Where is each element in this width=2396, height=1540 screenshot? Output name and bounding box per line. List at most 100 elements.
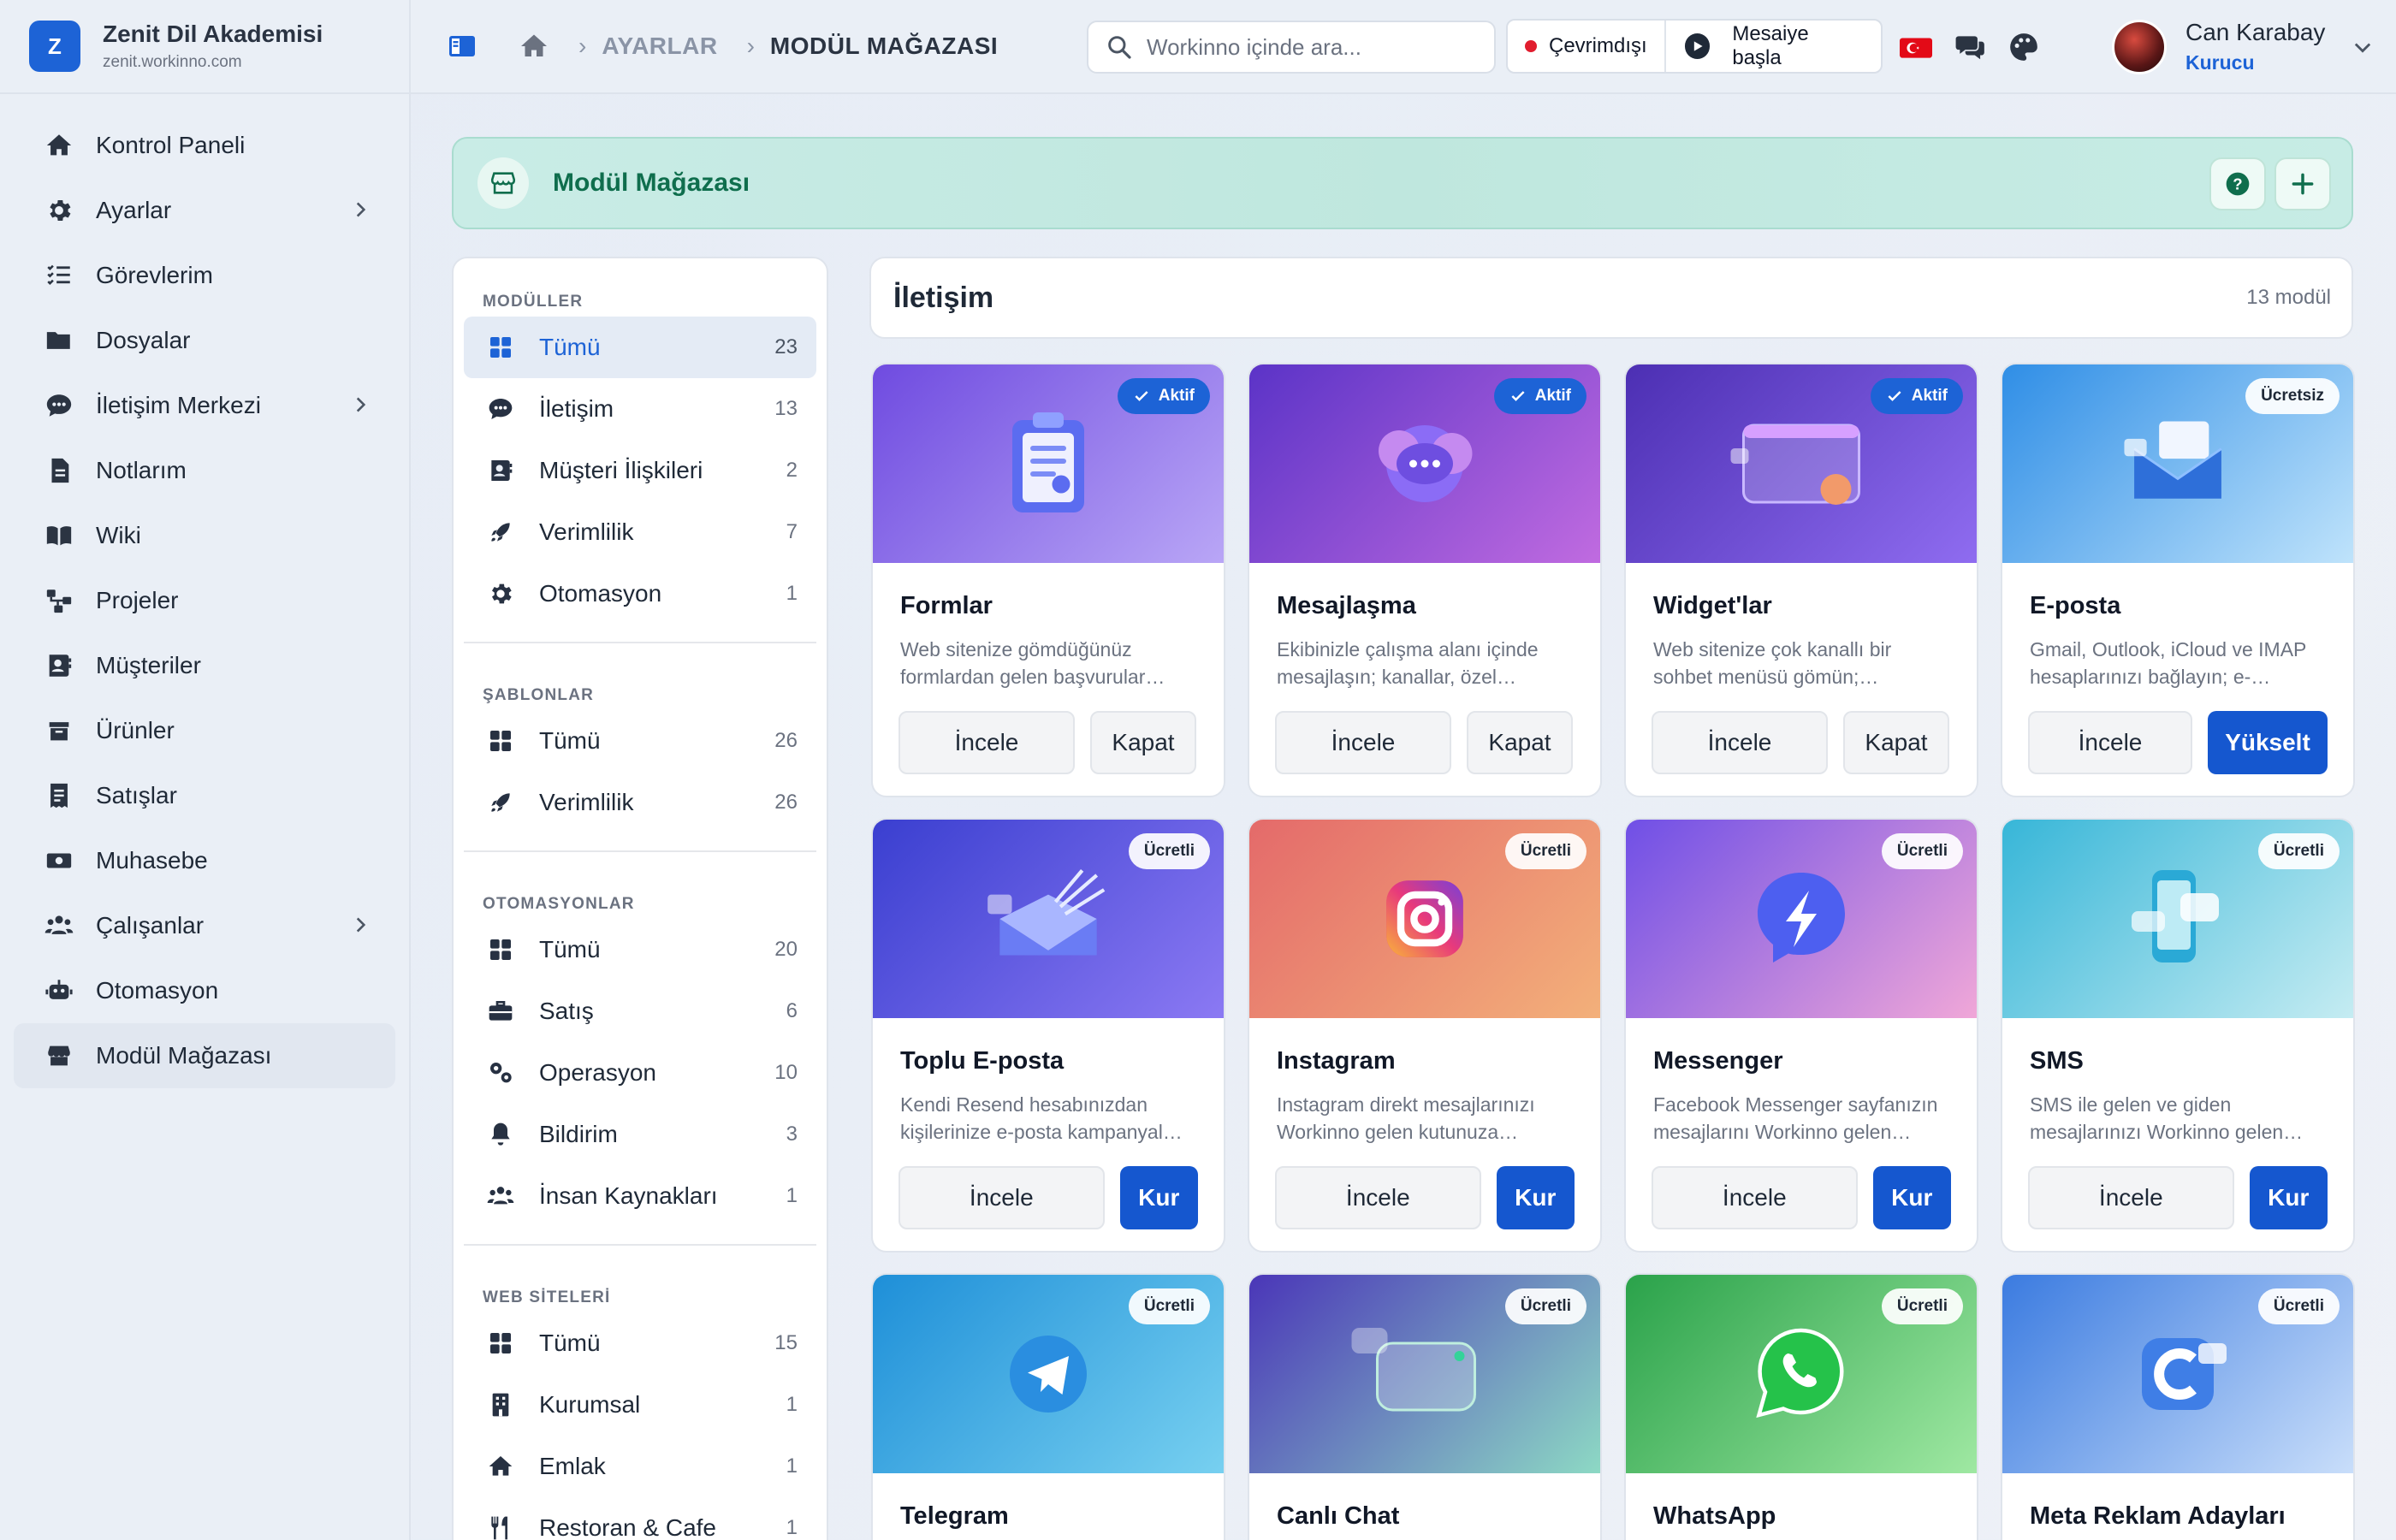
sidebar-item[interactable]: Kontrol Paneli xyxy=(14,113,395,178)
sidebar-item[interactable]: Muhasebe xyxy=(14,828,395,893)
filter-item-count: 1 xyxy=(786,1393,798,1416)
status-badge: Ücretli xyxy=(1881,833,1963,869)
module-card[interactable]: Ücretli Canlı Chat xyxy=(1248,1273,1602,1540)
filter-item[interactable]: Tümü 20 xyxy=(464,919,816,980)
help-button[interactable]: ? xyxy=(2209,157,2266,210)
sidebar-item[interactable]: Görevlerim xyxy=(14,243,395,308)
play-icon xyxy=(1684,33,1711,59)
module-card[interactable]: Ücretli Meta Reklam Adayları xyxy=(2001,1273,2355,1540)
module-description: Kendi Resend hesabınızdan kişilerinize e… xyxy=(900,1093,1183,1143)
filter-section-title: MODÜLLER xyxy=(483,293,584,311)
install-button[interactable]: Kur xyxy=(1872,1166,1951,1229)
grid-icon xyxy=(486,726,515,755)
module-card[interactable]: Ücretli SMS SMS ile gelen ve giden mesajla… xyxy=(2001,818,2355,1253)
filter-item[interactable]: İletişim 13 xyxy=(464,378,816,440)
sidebar-item[interactable]: Ayarlar xyxy=(14,178,395,243)
status-badge: Ücretli xyxy=(1128,833,1210,869)
sidebar-item[interactable]: Notlarım xyxy=(14,438,395,503)
filter-item-count: 3 xyxy=(786,1122,798,1146)
filter-item-count: 10 xyxy=(774,1061,798,1084)
filter-item[interactable]: Bildirim 3 xyxy=(464,1104,816,1165)
home-icon[interactable] xyxy=(519,31,549,62)
status-offline-button[interactable]: Çevrimdışı xyxy=(1508,21,1666,72)
filter-item[interactable]: Verimlilik 26 xyxy=(464,772,816,833)
module-card[interactable]: Aktif Mesajlaşma Ekibinizle çalışma alanı … xyxy=(1248,363,1602,797)
filter-item[interactable]: İnsan Kaynakları 1 xyxy=(464,1165,816,1227)
start-shift-button[interactable]: Mesaiye başla xyxy=(1666,22,1881,70)
module-card[interactable]: Aktif Formlar Web sitenize gömdüğünüz form… xyxy=(871,363,1225,797)
sidebar-toggle-icon[interactable] xyxy=(447,31,477,62)
sidebar-item-label: Projeler xyxy=(96,587,179,613)
filter-item[interactable]: Operasyon 10 xyxy=(464,1042,816,1104)
filter-item[interactable]: Otomasyon 1 xyxy=(464,563,816,625)
gear-icon xyxy=(486,579,515,608)
module-card[interactable]: Ücretli WhatsApp xyxy=(1624,1273,1978,1540)
upgrade-button[interactable]: Yükselt xyxy=(2208,711,2328,774)
palette-icon[interactable] xyxy=(2008,31,2040,63)
filter-item[interactable]: Müşteri İlişkileri 2 xyxy=(464,440,816,501)
brand[interactable]: Z Zenit Dil Akademisi zenit.workinno.com xyxy=(0,0,409,94)
module-card[interactable]: Ücretli Instagram Instagram direkt mesajla… xyxy=(1248,818,1602,1253)
sidebar-item[interactable]: Dosyalar xyxy=(14,308,395,373)
sidebar-item[interactable]: Modül Mağazası xyxy=(14,1023,395,1088)
turkey-flag-icon[interactable] xyxy=(1900,31,1932,63)
sidebar-item-label: Ayarlar xyxy=(96,197,172,223)
plus-icon xyxy=(2292,173,2314,195)
close-button[interactable]: Kapat xyxy=(1843,711,1949,774)
install-button[interactable]: Kur xyxy=(1119,1166,1198,1229)
review-button[interactable]: İncele xyxy=(1275,1166,1481,1229)
sidebar-item[interactable]: Wiki xyxy=(14,503,395,568)
install-button[interactable]: Kur xyxy=(1496,1166,1575,1229)
sidebar-item[interactable]: Çalışanlar xyxy=(14,893,395,958)
sidebar-item[interactable]: Satışlar xyxy=(14,763,395,828)
review-button[interactable]: İncele xyxy=(2028,1166,2234,1229)
review-button[interactable]: İncele xyxy=(1652,1166,1858,1229)
review-button[interactable]: İncele xyxy=(2028,711,2192,774)
add-button[interactable] xyxy=(2274,157,2331,210)
filter-item[interactable]: Restoran & Cafe 1 xyxy=(464,1497,816,1540)
start-shift-label: Mesaiye başla xyxy=(1732,22,1809,69)
review-button[interactable]: İncele xyxy=(898,1166,1105,1229)
filter-item-label: Bildirim xyxy=(539,1121,618,1147)
chevron-down-icon xyxy=(2355,43,2371,53)
status-badge: Ücretli xyxy=(1504,1288,1586,1324)
close-button[interactable]: Kapat xyxy=(1090,711,1196,774)
user-menu[interactable]: Can Karabay Kurucu xyxy=(2112,19,2375,74)
sidebar-item[interactable]: İletişim Merkezi xyxy=(14,373,395,438)
search-input[interactable]: Workinno içinde ara... xyxy=(1087,21,1496,74)
module-title: Widget'lar xyxy=(1653,592,1772,619)
module-thumbnail: Ücretli xyxy=(873,820,1224,1018)
chat-icon xyxy=(44,391,74,420)
filter-item-label: Kurumsal xyxy=(539,1391,641,1418)
filter-item[interactable]: Kurumsal 1 xyxy=(464,1374,816,1436)
sidebar-item[interactable]: Müşteriler xyxy=(14,633,395,698)
sidebar-item[interactable]: Projeler xyxy=(14,568,395,633)
module-description: Web sitenize gömdüğünüz formlardan gelen… xyxy=(900,638,1165,688)
sidebar-item-label: Notlarım xyxy=(96,457,187,483)
filter-item[interactable]: Tümü 26 xyxy=(464,710,816,772)
module-description: SMS ile gelen ve giden mesajlarınızı Wor… xyxy=(2030,1093,2304,1143)
messages-icon[interactable] xyxy=(1954,31,1987,63)
close-button[interactable]: Kapat xyxy=(1467,711,1573,774)
sidebar-item[interactable]: Otomasyon xyxy=(14,958,395,1023)
install-button[interactable]: Kur xyxy=(2249,1166,2328,1229)
filter-item[interactable]: Emlak 1 xyxy=(464,1436,816,1497)
filter-item[interactable]: Verimlilik 7 xyxy=(464,501,816,563)
filter-item[interactable]: Tümü 23 xyxy=(464,317,816,378)
users-icon xyxy=(44,911,74,940)
module-card[interactable]: Aktif Widget'lar Web sitenize çok kanallı … xyxy=(1624,363,1978,797)
filter-item[interactable]: Satış 6 xyxy=(464,980,816,1042)
book-icon xyxy=(44,521,74,550)
breadcrumb-settings[interactable]: AYARLAR xyxy=(602,33,717,60)
sidebar-item[interactable]: Ürünler xyxy=(14,698,395,763)
module-card[interactable]: Ücretsiz E-posta Gmail, Outlook, iCloud ve… xyxy=(2001,363,2355,797)
filter-item-label: Verimlilik xyxy=(539,518,634,545)
filter-item[interactable]: Tümü 15 xyxy=(464,1312,816,1374)
review-button[interactable]: İncele xyxy=(1275,711,1451,774)
module-card[interactable]: Ücretli Toplu E-posta Kendi Resend hesabın… xyxy=(871,818,1225,1253)
review-button[interactable]: İncele xyxy=(1652,711,1828,774)
contacts-icon xyxy=(44,651,74,680)
module-card[interactable]: Ücretli Messenger Facebook Messenger sayfa… xyxy=(1624,818,1978,1253)
module-card[interactable]: Ücretli Telegram xyxy=(871,1273,1225,1540)
review-button[interactable]: İncele xyxy=(898,711,1075,774)
